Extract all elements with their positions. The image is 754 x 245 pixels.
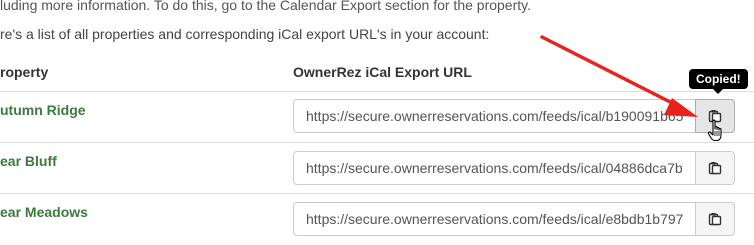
red-arrow-annotation (540, 35, 698, 117)
hand-pointer-cursor-icon (707, 119, 722, 142)
